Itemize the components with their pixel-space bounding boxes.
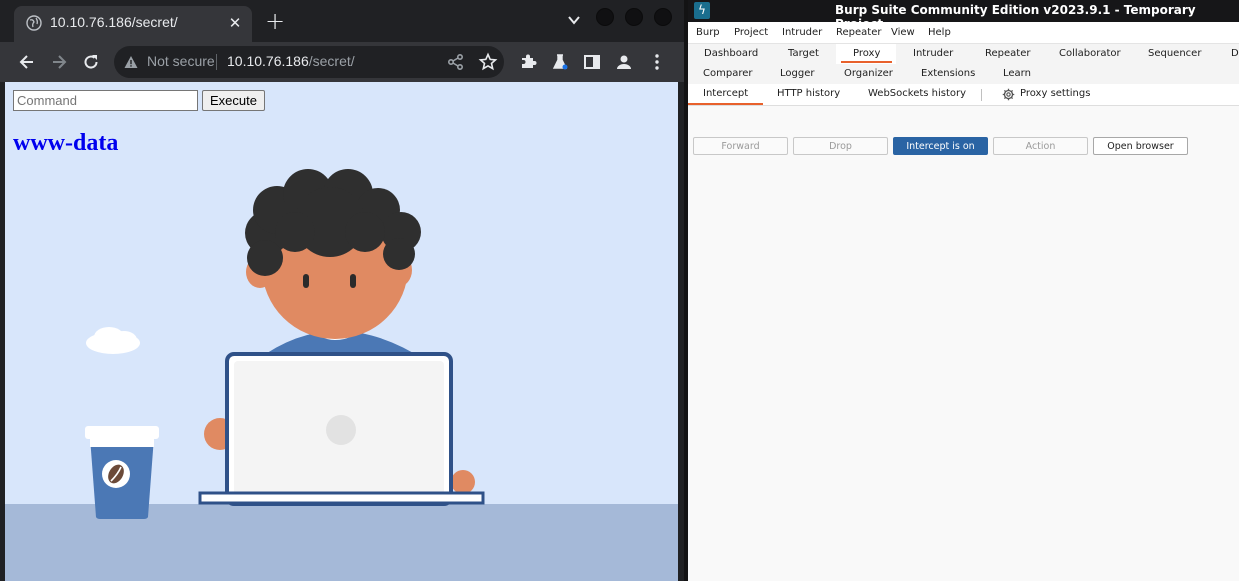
execute-button[interactable]: Execute [202, 90, 265, 111]
minimize-button[interactable] [596, 8, 614, 26]
tab-extensions[interactable]: Extensions [921, 68, 975, 79]
action-button[interactable]: Action [993, 137, 1088, 155]
intercept-toggle-button[interactable]: Intercept is on [893, 137, 988, 155]
burp-logo-icon: ϟ [694, 2, 710, 19]
share-icon[interactable] [446, 52, 466, 72]
command-input[interactable] [13, 90, 198, 111]
subtab-http-history[interactable]: HTTP history [777, 88, 840, 99]
burp-title-bar: ϟ Burp Suite Community Edition v2023.9.1… [688, 0, 1239, 31]
globe-icon [26, 15, 42, 31]
menu-burp[interactable]: Burp [696, 27, 720, 38]
tab-dashboard[interactable]: Dashboard [704, 48, 758, 59]
main-tab-row-1: Dashboard Target Proxy Intruder Repeater… [688, 44, 1239, 64]
profile-avatar-icon[interactable] [614, 52, 634, 72]
flask-labs-icon[interactable] [550, 52, 570, 72]
command-output-heading: www-data [13, 130, 119, 156]
tab-collaborator[interactable]: Collaborator [1059, 48, 1121, 59]
page-viewport: Execute www-data [5, 82, 678, 581]
browser-tab-strip: 10.10.76.186/secret/ ✕ + [0, 0, 684, 42]
new-tab-icon[interactable]: + [264, 9, 286, 33]
tab-title: 10.10.76.186/secret/ [50, 14, 178, 30]
browser-window: 10.10.76.186/secret/ ✕ + Not secure 10.1… [0, 0, 684, 581]
tab-organizer[interactable]: Organizer [844, 68, 893, 79]
forward-icon[interactable] [49, 52, 69, 72]
subtab-intercept[interactable]: Intercept [687, 88, 764, 105]
main-tab-row-2: Comparer Logger Organizer Extensions Lea… [688, 64, 1239, 84]
open-browser-button[interactable]: Open browser [1093, 137, 1188, 155]
tab-decoder-truncated[interactable]: D [1231, 48, 1239, 59]
more-menu-icon[interactable] [647, 52, 667, 72]
close-window-button[interactable] [654, 8, 672, 26]
separator [216, 54, 217, 70]
url-host: 10.10.76.186 [227, 53, 309, 69]
menu-help[interactable]: Help [928, 27, 951, 38]
menu-repeater[interactable]: Repeater [836, 27, 881, 38]
maximize-button[interactable] [625, 8, 643, 26]
tab-sequencer[interactable]: Sequencer [1148, 48, 1201, 59]
tab-logger[interactable]: Logger [780, 68, 814, 79]
proxy-sub-tabs: Intercept HTTP history WebSockets histor… [687, 84, 1239, 106]
browser-tab[interactable]: 10.10.76.186/secret/ ✕ [14, 6, 252, 42]
url-text[interactable]: 10.10.76.186/secret/ [227, 53, 355, 69]
warning-icon[interactable] [124, 55, 138, 69]
menu-intruder[interactable]: Intruder [782, 27, 822, 38]
close-tab-icon[interactable]: ✕ [226, 14, 244, 32]
reload-icon[interactable] [81, 52, 101, 72]
bookmark-star-icon[interactable] [478, 52, 498, 72]
right-hand [451, 470, 475, 494]
subtab-websockets-history[interactable]: WebSockets history [868, 88, 966, 99]
forward-button[interactable]: Forward [693, 137, 788, 155]
side-panel-icon[interactable] [582, 52, 602, 72]
menu-project[interactable]: Project [734, 27, 768, 38]
tab-proxy[interactable]: Proxy [840, 48, 893, 63]
drop-button[interactable]: Drop [793, 137, 888, 155]
gear-icon[interactable] [1002, 88, 1015, 101]
security-label: Not secure [147, 53, 215, 69]
laptop [198, 352, 485, 506]
burp-menu-bar: Burp Project Intruder Repeater View Help [688, 22, 1239, 44]
tab-comparer[interactable]: Comparer [703, 68, 752, 79]
coffee-cup [85, 426, 159, 519]
tab-repeater[interactable]: Repeater [985, 48, 1030, 59]
tab-target[interactable]: Target [788, 48, 819, 59]
cloud [86, 327, 140, 354]
url-path: /secret/ [308, 53, 355, 69]
browser-toolbar: Not secure 10.10.76.186/secret/ [0, 42, 684, 82]
burp-suite-window: ϟ Burp Suite Community Edition v2023.9.1… [687, 0, 1239, 581]
extensions-puzzle-icon[interactable] [518, 52, 538, 72]
tab-intruder[interactable]: Intruder [913, 48, 953, 59]
tab-learn[interactable]: Learn [1003, 68, 1031, 79]
menu-view[interactable]: View [891, 27, 915, 38]
proxy-settings-link[interactable]: Proxy settings [1020, 88, 1090, 99]
subtab-separator [981, 89, 982, 101]
back-icon[interactable] [17, 52, 37, 72]
chevron-down-icon[interactable] [566, 12, 582, 28]
